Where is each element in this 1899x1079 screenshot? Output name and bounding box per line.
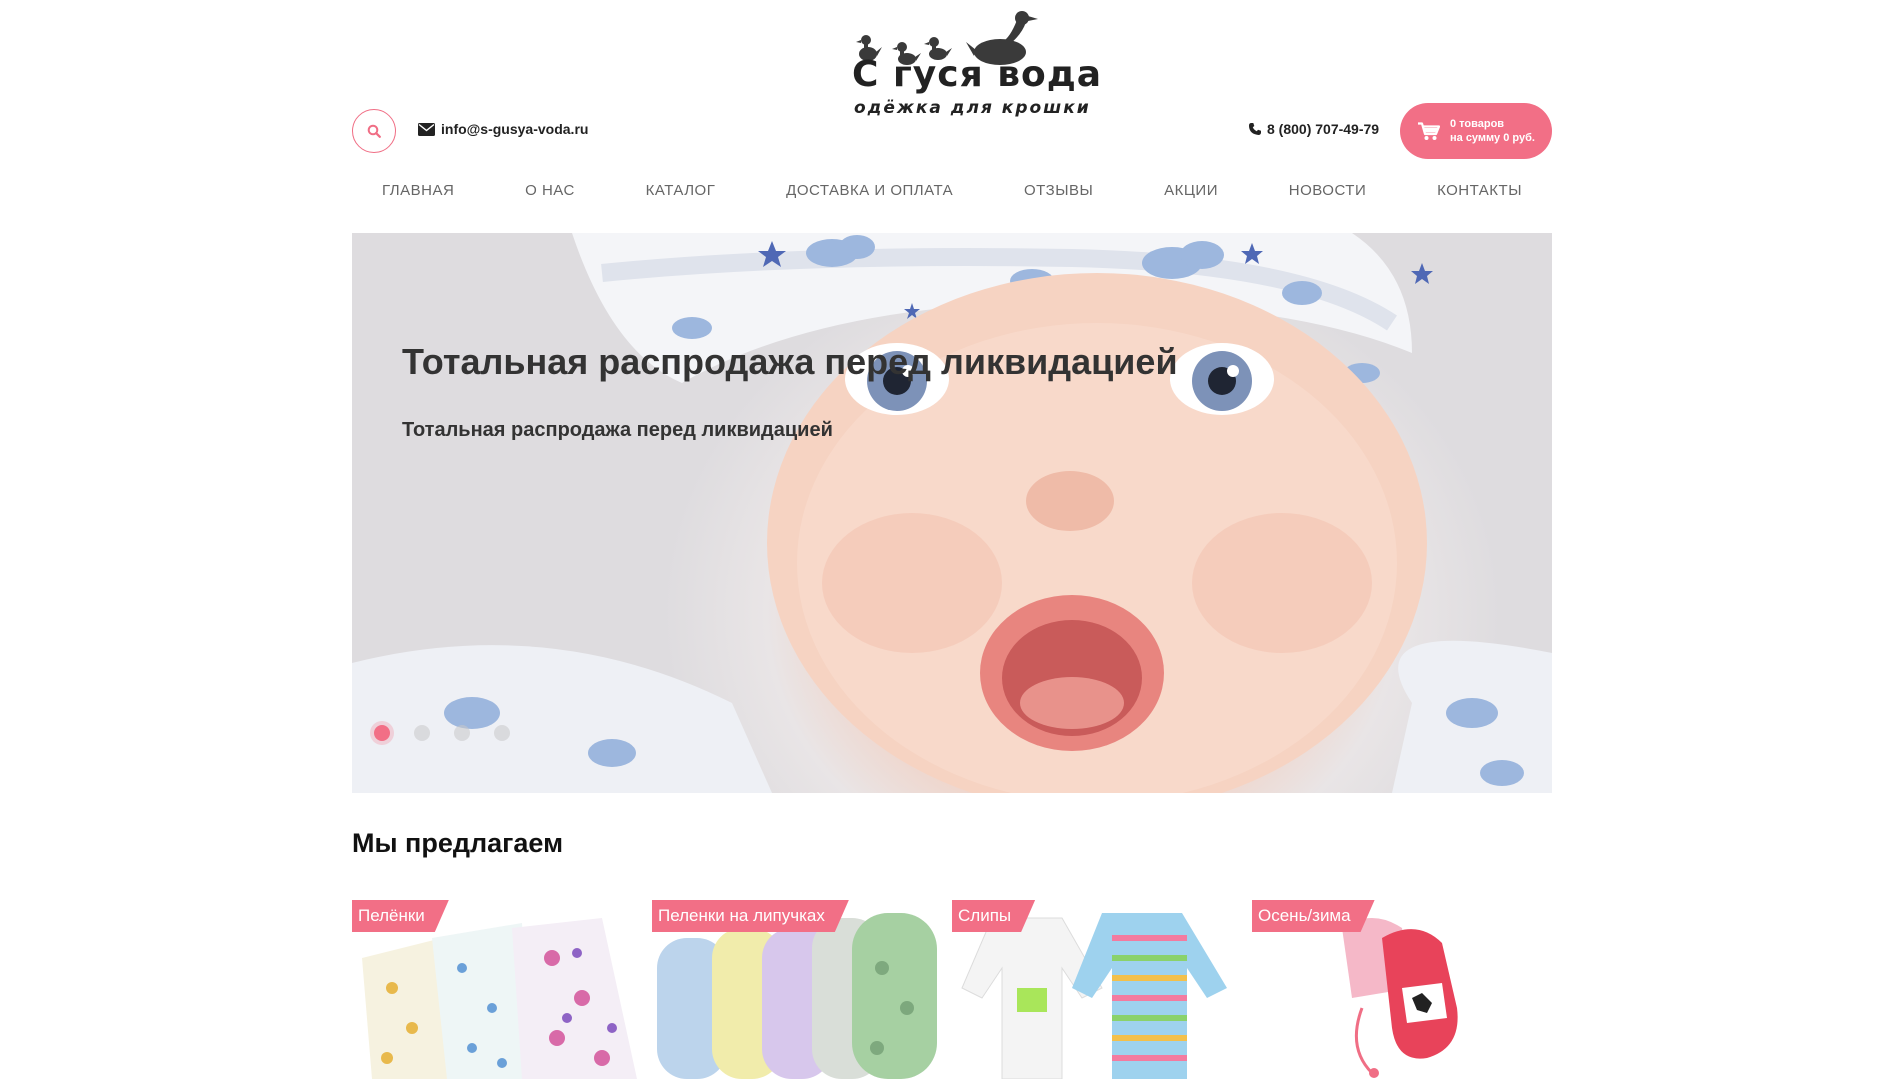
phone-icon [1249,123,1261,135]
hero-subtitle: Тотальная распродажа перед ликвидацией [402,419,833,441]
offer-card-label: Пелёнки [352,900,449,932]
email-text: info@s-gusya-voda.ru [441,121,589,137]
slider-dot-4[interactable] [494,725,510,741]
cart-summary: 0 товаров на сумму 0 руб. [1450,117,1535,145]
nav-item-contacts[interactable]: КОНТАКТЫ [1437,182,1522,199]
email-link[interactable]: info@s-gusya-voda.ru [418,121,588,137]
offer-card-diapers[interactable]: Пелёнки [352,898,642,1079]
search-button[interactable] [352,109,396,153]
cart-count: 0 товаров [1450,118,1505,130]
logo-tagline: одёжка для крошки [854,98,1091,118]
nav-item-reviews[interactable]: ОТЗЫВЫ [1024,182,1093,199]
offer-card-sleepsuits[interactable]: Слипы [952,898,1242,1079]
nav-item-home[interactable]: ГЛАВНАЯ [382,182,454,199]
hero-baby-image [352,233,1552,793]
slider-dot-1[interactable] [374,725,390,741]
offers-grid: Пелёнки Пеленки на липучках Слипы Осень/… [352,898,1552,1079]
nav-item-promotions[interactable]: АКЦИИ [1164,182,1218,199]
offer-card-velcro-wraps[interactable]: Пеленки на липучках [652,898,942,1079]
hero-slider[interactable]: Тотальная распродажа перед ликвидацией Т… [352,233,1552,793]
nav-item-about[interactable]: О НАС [525,182,575,199]
envelope-icon [418,122,435,136]
phone-text: 8 (800) 707-49-79 [1267,121,1380,137]
offer-card-label: Слипы [952,900,1035,932]
main-nav: ГЛАВНАЯ О НАС КАТАЛОГ ДОСТАВКА И ОПЛАТА … [352,178,1552,202]
cart-total: на сумму 0 руб. [1450,132,1535,144]
hero-title: Тотальная распродажа перед ликвидацией [402,341,1178,382]
cart-icon [1418,121,1440,140]
offer-card-autumn-winter[interactable]: Осень/зима [1252,898,1542,1079]
nav-item-catalog[interactable]: КАТАЛОГ [646,182,716,199]
site-logo[interactable]: С гуся вода одёжка для крошки [850,10,1103,120]
offers-title: Мы предлагаем [352,828,564,858]
search-icon [367,124,381,138]
slider-dot-2[interactable] [414,725,430,741]
cart-button[interactable]: 0 товаров на сумму 0 руб. [1400,103,1552,159]
slider-dot-3[interactable] [454,725,470,741]
nav-item-news[interactable]: НОВОСТИ [1289,182,1366,199]
slider-dots [374,725,510,741]
offer-card-label: Осень/зима [1252,900,1375,932]
phone-number[interactable]: 8 (800) 707-49-79 [1248,121,1379,137]
offer-card-label: Пеленки на липучках [652,900,849,932]
logo-title: С гуся вода [852,54,1103,95]
nav-item-delivery[interactable]: ДОСТАВКА И ОПЛАТА [786,182,953,199]
